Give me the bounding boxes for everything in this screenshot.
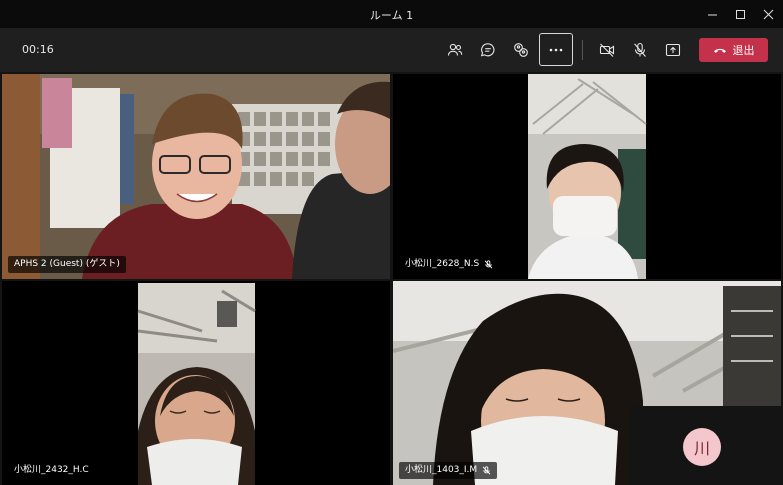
video-tile-4[interactable]: 川 小松川_1403_I.M	[393, 281, 781, 485]
participant-avatar[interactable]: 川	[683, 428, 721, 466]
participant-name: 小松川_2432_H.C	[14, 465, 89, 475]
participant-name: 小松川_2628_N.S	[405, 259, 480, 269]
video-feed	[2, 281, 390, 485]
maximize-icon	[735, 9, 745, 19]
participant-name: APHS 2 (Guest) (ゲスト)	[14, 259, 120, 269]
breakout-rooms-icon	[514, 43, 528, 57]
participant-name: 小松川_1403_I.M	[405, 465, 478, 475]
participants-icon	[447, 43, 463, 56]
breakout-rooms-button[interactable]	[506, 35, 536, 65]
camera-toggle-button[interactable]	[592, 35, 622, 65]
participants-button[interactable]	[440, 35, 470, 65]
participant-name-tag: 小松川_2432_H.C	[8, 462, 95, 479]
video-tile-1[interactable]: APHS 2 (Guest) (ゲスト)	[2, 74, 390, 279]
close-button[interactable]	[757, 4, 779, 24]
video-feed	[2, 74, 390, 279]
mic-toggle-button[interactable]	[625, 35, 655, 65]
participant-name-tag: APHS 2 (Guest) (ゲスト)	[8, 256, 126, 273]
minimize-button[interactable]	[701, 4, 723, 24]
video-feed	[393, 281, 781, 485]
mic-muted-icon	[482, 466, 491, 475]
minimize-icon	[707, 14, 717, 15]
meeting-toolbar: 00:16 退出	[0, 28, 783, 72]
mic-off-icon	[634, 42, 646, 57]
more-icon	[549, 48, 563, 51]
video-grid: APHS 2 (Guest) (ゲスト) 小松川_2628_N.S 小松川_24…	[0, 72, 783, 485]
leave-button[interactable]: 退出	[699, 38, 768, 62]
window-title: ルーム 1	[369, 9, 414, 22]
title-bar: ルーム 1	[0, 0, 783, 28]
camera-off-icon	[599, 43, 615, 57]
leave-label: 退出	[732, 44, 755, 57]
maximize-button[interactable]	[729, 4, 751, 24]
participant-name-tag: 小松川_2628_N.S	[399, 256, 500, 273]
share-icon	[665, 43, 681, 57]
share-screen-button[interactable]	[658, 35, 688, 65]
chat-icon	[480, 43, 495, 57]
participant-name-tag: 小松川_1403_I.M	[399, 462, 498, 479]
hangup-icon	[713, 48, 726, 53]
video-feed	[393, 74, 781, 279]
mic-muted-icon	[484, 260, 493, 269]
close-icon	[763, 9, 773, 19]
meeting-timer: 00:16	[22, 43, 54, 56]
more-options-button[interactable]	[539, 33, 573, 66]
video-tile-3[interactable]: 小松川_2432_H.C	[2, 281, 390, 485]
chat-button[interactable]	[473, 35, 503, 65]
video-tile-2[interactable]: 小松川_2628_N.S	[393, 74, 781, 279]
toolbar-divider	[582, 40, 583, 60]
